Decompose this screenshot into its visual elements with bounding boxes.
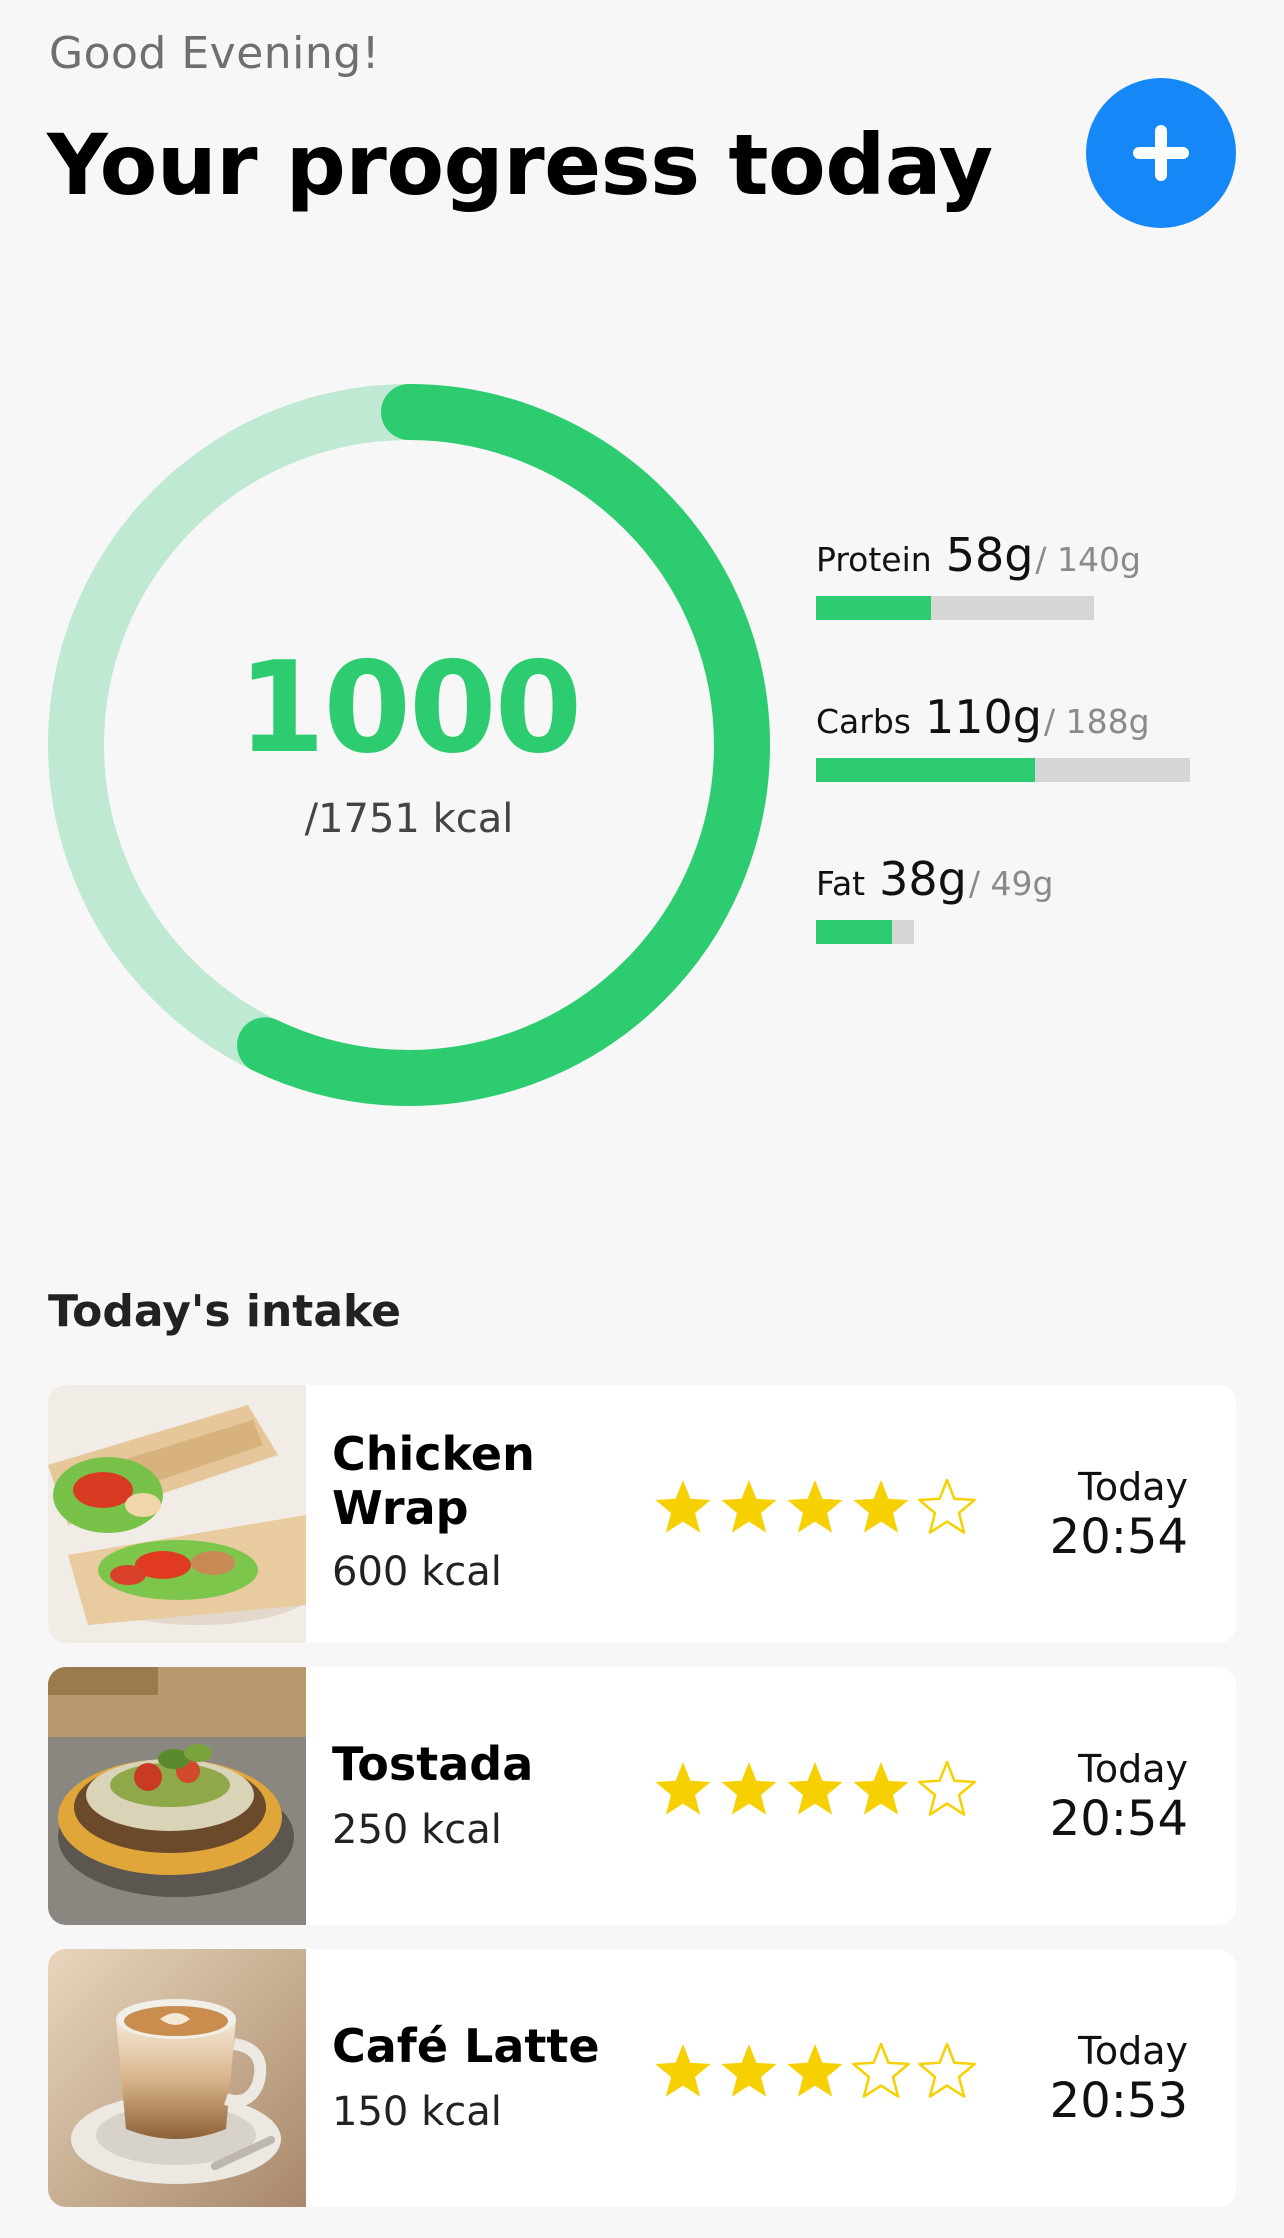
cafe-latte-photo	[48, 1949, 306, 2207]
macro-carbs: Carbs 110g / 188g	[816, 690, 1190, 782]
food-calories: 600 kcal	[332, 1549, 502, 1595]
protein-progress-fill	[816, 596, 932, 620]
food-calories: 250 kcal	[332, 1807, 502, 1853]
calorie-ring: 1000 /1751 kcal	[48, 384, 770, 1106]
calories-goal: /1751 kcal	[304, 796, 514, 842]
star-empty-icon	[918, 2042, 976, 2098]
rating-stars	[652, 2041, 978, 2103]
star-filled-icon	[721, 1762, 777, 1815]
entry-day: Today	[1078, 1747, 1188, 1791]
food-name: Chicken Wrap	[332, 1427, 535, 1535]
tostada-photo	[48, 1667, 306, 1925]
fat-progress-fill	[816, 920, 893, 944]
macro-goal: / 188g	[1043, 702, 1150, 741]
macro-value: 38g	[879, 852, 967, 906]
carbs-progress-bar	[816, 758, 1190, 782]
rating-stars	[652, 1759, 978, 1821]
page-title: Your progress today	[47, 116, 993, 214]
progress-screen: Good Evening! Your progress today 1000 /…	[0, 0, 1284, 2238]
entry-time: 20:54	[1049, 1791, 1188, 1847]
intake-item-tostada[interactable]: Tostada 250 kcal Today 20:54	[48, 1667, 1236, 1925]
greeting-text: Good Evening!	[49, 28, 380, 79]
star-filled-icon	[655, 1480, 711, 1533]
star-filled-icon	[853, 1762, 909, 1815]
entry-time: 20:53	[1049, 2073, 1188, 2129]
star-filled-icon	[721, 1480, 777, 1533]
star-filled-icon	[787, 1480, 843, 1533]
star-empty-icon	[918, 1760, 976, 1816]
plus-icon	[1133, 125, 1189, 181]
macro-label: Carbs	[816, 702, 911, 741]
star-filled-icon	[853, 1480, 909, 1533]
macro-protein: Protein 58g / 140g	[816, 528, 1141, 620]
rating-stars	[652, 1477, 978, 1539]
macro-label: Fat	[816, 864, 866, 903]
macro-label: Protein	[816, 540, 932, 579]
star-filled-icon	[655, 1762, 711, 1815]
star-empty-icon	[852, 2042, 910, 2098]
star-filled-icon	[721, 2044, 777, 2097]
add-meal-button[interactable]	[1086, 78, 1236, 228]
food-name: Café Latte	[332, 2019, 600, 2073]
food-calories: 150 kcal	[332, 2089, 502, 2135]
macro-value: 110g	[924, 690, 1042, 744]
macro-value: 58g	[945, 528, 1034, 582]
food-name: Tostada	[332, 1737, 534, 1791]
star-empty-icon	[918, 1478, 976, 1534]
entry-day: Today	[1078, 1465, 1188, 1509]
entry-time: 20:54	[1049, 1509, 1188, 1565]
intake-item-cafe-latte[interactable]: Café Latte 150 kcal Today 20:53	[48, 1949, 1236, 2207]
calories-consumed: 1000	[237, 634, 583, 781]
star-filled-icon	[787, 1762, 843, 1815]
macro-goal: / 49g	[968, 864, 1054, 903]
intake-item-chicken-wrap[interactable]: Chicken Wrap 600 kcal Today 20:54	[48, 1385, 1236, 1643]
star-filled-icon	[787, 2044, 843, 2097]
macro-goal: / 140g	[1035, 540, 1141, 579]
fat-progress-bar	[816, 920, 914, 944]
macro-fat: Fat 38g / 49g	[816, 852, 1053, 944]
entry-day: Today	[1078, 2029, 1188, 2073]
intake-section-title: Today's intake	[48, 1286, 401, 1337]
carbs-progress-fill	[816, 758, 1035, 782]
chicken-wrap-photo	[48, 1385, 306, 1643]
protein-progress-bar	[816, 596, 1094, 620]
star-filled-icon	[655, 2044, 711, 2097]
